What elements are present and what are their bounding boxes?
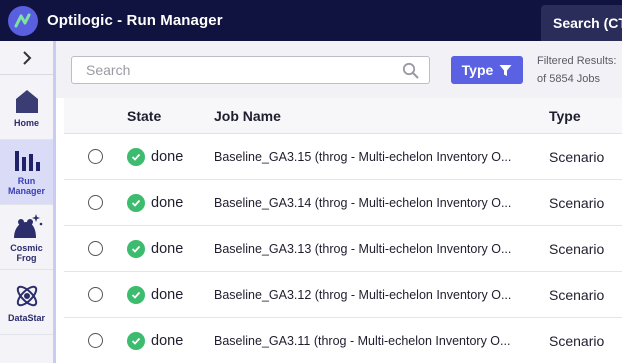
- state-text: done: [151, 240, 184, 257]
- state-text: done: [151, 286, 184, 303]
- row-select-radio[interactable]: [88, 149, 103, 164]
- table-row[interactable]: done Baseline_GA3.12 (throg - Multi-eche…: [64, 272, 622, 318]
- datastar-icon: [16, 285, 37, 306]
- sidebar-expand-button[interactable]: [0, 41, 53, 75]
- check-circle-icon: [127, 331, 145, 350]
- table-row[interactable]: done Baseline_GA3.14 (throg - Multi-eche…: [64, 180, 622, 226]
- filtered-results-label: Filtered Results:: [537, 55, 617, 67]
- sidebar-item-run-manager[interactable]: Run Manager: [0, 140, 53, 205]
- job-type: Scenario: [549, 286, 605, 303]
- check-circle-icon: [127, 147, 145, 166]
- state-cell: done: [127, 285, 184, 304]
- sidebar-item-label: Cosmic Frog: [10, 242, 43, 263]
- job-name: Baseline_GA3.12 (throg - Multi-echelon I…: [214, 287, 512, 302]
- state-cell: done: [127, 193, 184, 212]
- column-header-type[interactable]: Type: [549, 108, 581, 124]
- row-select-radio[interactable]: [88, 195, 103, 210]
- search-icon[interactable]: [402, 62, 419, 79]
- global-search-button[interactable]: Search (CT: [541, 5, 622, 41]
- jobs-table: State Job Name Type done Baseline_GA3.15…: [64, 98, 622, 363]
- column-header-state[interactable]: State: [127, 108, 161, 124]
- sidebar-item-home[interactable]: Home: [0, 75, 53, 140]
- check-circle-icon: [127, 193, 145, 212]
- job-name: Baseline_GA3.14 (throg - Multi-echelon I…: [214, 195, 512, 210]
- sidebar-item-datastar[interactable]: DataStar: [0, 270, 53, 335]
- job-name: Baseline_GA3.11 (throg - Multi-echelon I…: [214, 333, 511, 348]
- filter-icon: [499, 64, 512, 76]
- sidebar: Home Run Manager Cosmic Frog DataStar: [0, 41, 56, 363]
- table-row[interactable]: done Baseline_GA3.15 (throg - Multi-eche…: [64, 134, 622, 180]
- job-type: Scenario: [549, 148, 605, 165]
- state-text: done: [151, 332, 184, 349]
- state-text: done: [151, 194, 184, 211]
- sidebar-item-label: Home: [13, 117, 39, 128]
- type-filter-button[interactable]: Type: [451, 56, 523, 84]
- job-name: Baseline_GA3.13 (throg - Multi-echelon I…: [214, 241, 512, 256]
- job-name: Baseline_GA3.15 (throg - Multi-echelon I…: [214, 149, 512, 164]
- row-select-radio[interactable]: [88, 333, 103, 348]
- row-select-radio[interactable]: [88, 241, 103, 256]
- frog-icon: [13, 213, 42, 238]
- job-count-label: of 5854 Jobs: [537, 73, 600, 85]
- table-header: State Job Name Type: [64, 98, 622, 134]
- search-input[interactable]: [72, 62, 392, 78]
- table-row[interactable]: done Baseline_GA3.11 (throg - Multi-eche…: [64, 318, 622, 363]
- state-text: done: [151, 148, 184, 165]
- chevron-right-icon: [22, 50, 31, 65]
- toolbar: Type Filtered Results: of 5854 Jobs: [56, 41, 622, 98]
- sidebar-item-cosmic-frog[interactable]: Cosmic Frog: [0, 205, 53, 270]
- filtered-results-count: Filtered Results: of 5854 Jobs: [537, 52, 616, 88]
- sidebar-item-label: DataStar: [7, 312, 45, 323]
- search-box[interactable]: [71, 56, 430, 84]
- row-select-radio[interactable]: [88, 287, 103, 302]
- table-row[interactable]: done Baseline_GA3.13 (throg - Multi-eche…: [64, 226, 622, 272]
- job-type: Scenario: [549, 240, 605, 257]
- check-circle-icon: [127, 285, 145, 304]
- job-type: Scenario: [549, 332, 605, 349]
- type-filter-label: Type: [461, 62, 494, 78]
- optilogic-logo-icon[interactable]: [8, 5, 38, 36]
- column-header-job-name[interactable]: Job Name: [214, 108, 281, 124]
- app-title: Optilogic - Run Manager: [47, 12, 223, 29]
- check-circle-icon: [127, 239, 145, 258]
- state-cell: done: [127, 239, 184, 258]
- bar-chart-icon: [14, 150, 40, 171]
- top-bar: Optilogic - Run Manager Search (CT: [0, 0, 622, 41]
- sidebar-item-label: Run Manager: [7, 175, 45, 196]
- home-icon: [15, 89, 38, 113]
- job-type: Scenario: [549, 194, 605, 211]
- state-cell: done: [127, 147, 184, 166]
- state-cell: done: [127, 331, 184, 350]
- main-content: Type Filtered Results: of 5854 Jobs Stat…: [56, 41, 622, 363]
